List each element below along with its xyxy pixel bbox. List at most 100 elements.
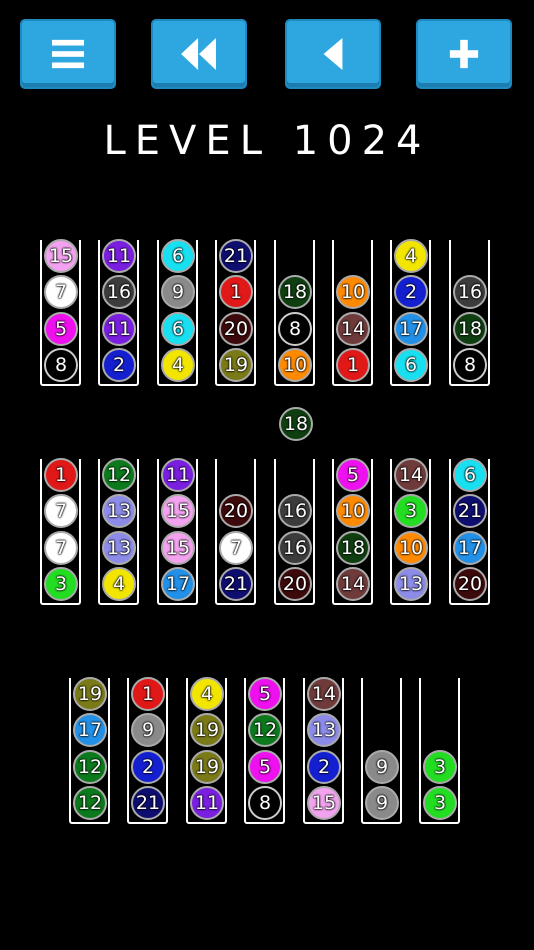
ball-number: 2 <box>404 281 418 303</box>
ball-number: 20 <box>282 573 308 595</box>
ball: 16 <box>278 531 312 565</box>
ball-number: 17 <box>165 573 191 595</box>
ball: 10 <box>278 348 312 382</box>
ball-number: 20 <box>223 500 249 522</box>
ball: 16 <box>102 275 136 309</box>
add-tube-button[interactable] <box>416 19 512 89</box>
ball: 1 <box>44 458 78 492</box>
ball-number: 10 <box>282 354 308 376</box>
ball-number: 21 <box>135 792 161 814</box>
ball-number: 6 <box>463 464 477 486</box>
ball: 20 <box>278 567 312 601</box>
ball: 20 <box>219 312 253 346</box>
ball: 6 <box>453 458 487 492</box>
restart-button[interactable] <box>151 19 247 89</box>
ball: 9 <box>161 275 195 309</box>
ball-number: 16 <box>282 537 308 559</box>
ball: 11 <box>102 312 136 346</box>
ball-number: 6 <box>171 318 185 340</box>
ball-number: 15 <box>311 792 337 814</box>
ball: 9 <box>131 713 165 747</box>
ball-number: 16 <box>457 281 483 303</box>
ball-number: 2 <box>141 756 155 778</box>
ball-number: 5 <box>258 756 272 778</box>
ball: 15 <box>161 531 195 565</box>
ball-number: 17 <box>398 318 424 340</box>
ball: 7 <box>44 494 78 528</box>
ball: 6 <box>161 312 195 346</box>
ball: 2 <box>131 750 165 784</box>
ball: 2 <box>102 348 136 382</box>
ball: 3 <box>423 786 457 820</box>
ball-number: 4 <box>112 573 126 595</box>
ball-number: 8 <box>463 354 477 376</box>
undo-button[interactable] <box>285 19 381 89</box>
ball: 17 <box>453 531 487 565</box>
menu-button[interactable] <box>20 19 116 89</box>
ball-number: 21 <box>223 245 249 267</box>
ball: 5 <box>44 312 78 346</box>
ball-number: 16 <box>282 500 308 522</box>
ball: 7 <box>44 275 78 309</box>
ball-number: 16 <box>106 281 132 303</box>
ball-number: 8 <box>54 354 68 376</box>
ball-number: 15 <box>165 500 191 522</box>
ball-number: 18 <box>340 537 366 559</box>
ball-number: 4 <box>404 245 418 267</box>
ball-number: 13 <box>106 500 132 522</box>
ball-number: 10 <box>340 500 366 522</box>
ball: 19 <box>219 348 253 382</box>
ball: 12 <box>248 713 282 747</box>
ball: 3 <box>394 494 428 528</box>
ball-number: 9 <box>141 719 155 741</box>
ball-number: 14 <box>311 683 337 705</box>
ball-number: 21 <box>457 500 483 522</box>
ball-number: 1 <box>141 683 155 705</box>
ball: 20 <box>453 567 487 601</box>
held-ball: 18 <box>279 407 313 441</box>
ball: 8 <box>453 348 487 382</box>
ball-number: 17 <box>77 719 103 741</box>
ball-number: 8 <box>288 318 302 340</box>
ball: 12 <box>73 786 107 820</box>
ball-number: 3 <box>433 792 447 814</box>
ball: 16 <box>278 494 312 528</box>
ball: 5 <box>248 677 282 711</box>
ball-number: 9 <box>375 756 389 778</box>
ball-number: 7 <box>54 537 68 559</box>
ball: 15 <box>307 786 341 820</box>
ball-number: 7 <box>229 537 243 559</box>
ball: 19 <box>73 677 107 711</box>
ball: 4 <box>394 239 428 273</box>
ball: 13 <box>102 531 136 565</box>
ball: 3 <box>44 567 78 601</box>
ball-number: 18 <box>283 413 309 435</box>
ball: 1 <box>131 677 165 711</box>
ball: 14 <box>307 677 341 711</box>
ball: 21 <box>131 786 165 820</box>
ball-number: 19 <box>194 756 220 778</box>
ball-number: 3 <box>404 500 418 522</box>
ball-number: 11 <box>106 245 132 267</box>
ball-number: 7 <box>54 500 68 522</box>
ball: 14 <box>336 312 370 346</box>
ball-number: 1 <box>346 354 360 376</box>
ball: 21 <box>453 494 487 528</box>
plus-icon <box>449 39 479 69</box>
ball-number: 9 <box>171 281 185 303</box>
ball: 9 <box>365 750 399 784</box>
ball: 10 <box>394 531 428 565</box>
ball-number: 1 <box>229 281 243 303</box>
ball-number: 10 <box>398 537 424 559</box>
ball-number: 3 <box>54 573 68 595</box>
ball: 21 <box>219 239 253 273</box>
ball: 18 <box>278 275 312 309</box>
ball-number: 4 <box>200 683 214 705</box>
ball: 13 <box>394 567 428 601</box>
ball: 17 <box>73 713 107 747</box>
ball-number: 21 <box>223 573 249 595</box>
ball-number: 20 <box>223 318 249 340</box>
ball-number: 13 <box>106 537 132 559</box>
ball-number: 8 <box>258 792 272 814</box>
ball-number: 11 <box>165 464 191 486</box>
